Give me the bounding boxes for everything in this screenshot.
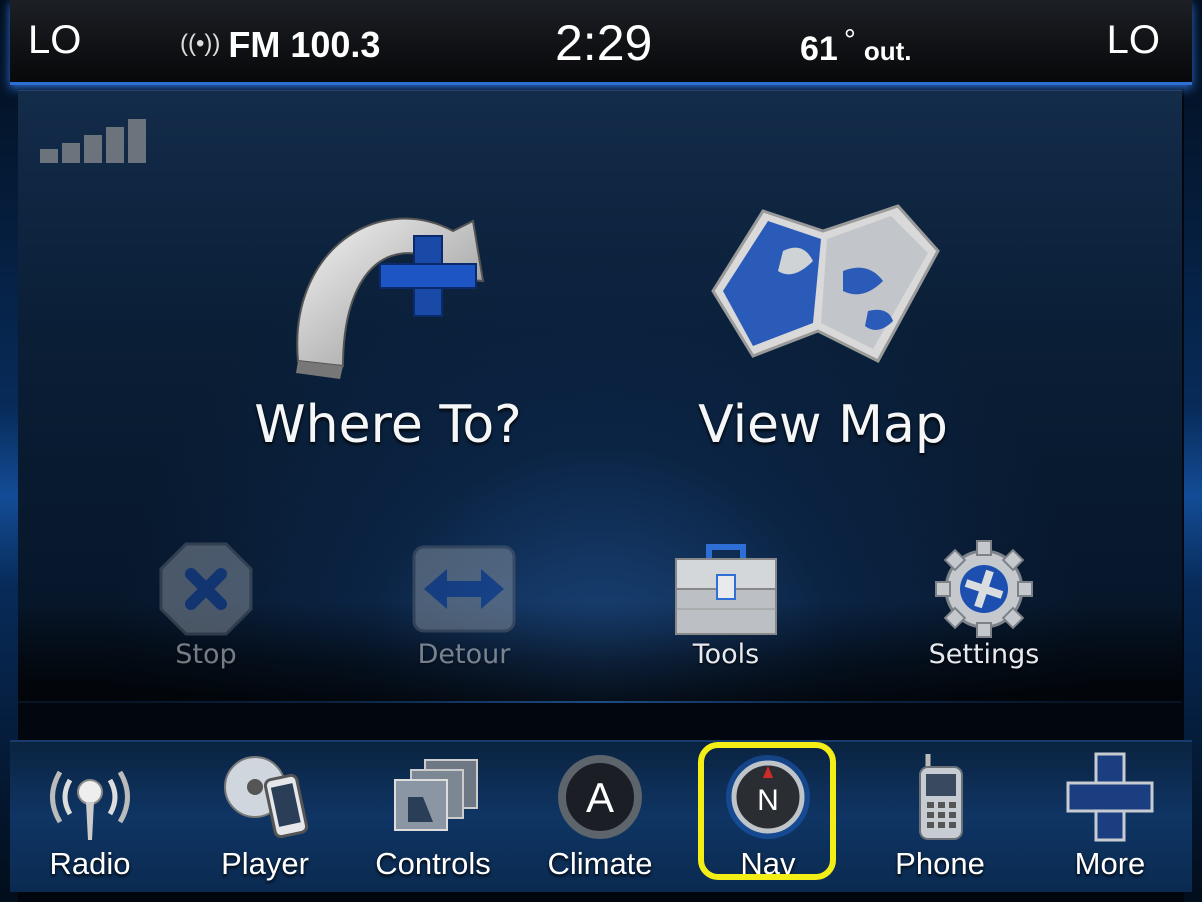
degree-symbol: ° [843, 24, 856, 57]
signal-strength-icon [40, 117, 150, 163]
radio-icon [50, 770, 130, 840]
controls-icon [394, 759, 478, 831]
nav-player-button[interactable]: Player [190, 752, 340, 887]
outside-label: out. [863, 36, 912, 66]
map-icon [711, 204, 940, 363]
svg-text:N: N [757, 784, 779, 817]
nav-climate-button[interactable]: A Climate [525, 752, 675, 887]
nav-more-button[interactable]: More [1035, 752, 1185, 887]
svg-text:A: A [586, 774, 614, 821]
tools-label: Tools [692, 639, 760, 670]
outside-temperature: 61 ° out. [800, 24, 911, 69]
nav-phone-button[interactable]: Phone [865, 752, 1015, 887]
view-map-label: View Map [698, 395, 948, 455]
detour-button[interactable]: Detour [364, 539, 564, 679]
tools-button[interactable]: Tools [626, 539, 826, 679]
detour-label: Detour [417, 639, 511, 670]
stop-button[interactable]: Stop [106, 539, 306, 679]
nav-nav-label: Nav [740, 846, 796, 881]
radio-station-display[interactable]: ((•)) FM 100.3 [180, 24, 380, 66]
nav-more-label: More [1074, 846, 1146, 881]
settings-button[interactable]: Settings [884, 539, 1084, 679]
player-icon [224, 756, 309, 839]
where-to-label: Where To? [254, 395, 522, 455]
nav-main-menu: Where To? View Map Stop Detour Tools Set… [18, 90, 1182, 703]
settings-label: Settings [928, 639, 1040, 670]
passenger-temp-setting[interactable]: LO [1107, 18, 1160, 63]
nav-radio-label: Radio [49, 846, 131, 881]
nav-radio-button[interactable]: Radio [15, 752, 165, 887]
status-bar: LO ((•)) FM 100.3 2:29 61 ° out. LO [10, 0, 1192, 85]
driver-temp-setting[interactable]: LO [28, 18, 81, 63]
clock: 2:29 [555, 15, 653, 71]
nav-controls-button[interactable]: Controls [358, 752, 508, 887]
nav-climate-label: Climate [547, 846, 653, 881]
nav-controls-label: Controls [375, 846, 491, 881]
compass-icon: N [726, 755, 810, 839]
toolbox-icon [675, 544, 777, 635]
radio-station-label: FM 100.3 [228, 24, 381, 65]
detour-icon [412, 545, 516, 633]
where-to-button[interactable]: Where To? [208, 191, 568, 455]
view-map-button[interactable]: View Map [643, 191, 1003, 455]
stop-label: Stop [175, 639, 237, 670]
antenna-icon: ((•)) [180, 30, 221, 57]
bottom-nav-bar: Radio Player Controls A Climate N Nav Ph… [10, 740, 1192, 892]
climate-icon: A [558, 755, 642, 839]
where-to-arrow-icon [296, 217, 485, 379]
nav-player-label: Player [221, 846, 309, 881]
plus-icon [1066, 752, 1154, 842]
stop-icon [159, 542, 253, 636]
gear-icon [935, 540, 1033, 638]
nav-nav-button[interactable]: N Nav [693, 752, 843, 887]
outside-temp-value: 61 [800, 30, 838, 68]
phone-icon [919, 754, 963, 840]
nav-phone-label: Phone [895, 846, 985, 881]
